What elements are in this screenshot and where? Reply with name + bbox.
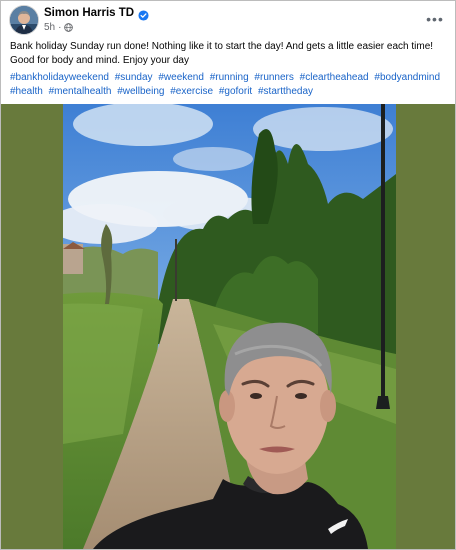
facebook-post: Simon Harris TD 5h · ••• Bank holiday Su… [0, 0, 456, 550]
hashtag-link[interactable]: #health [10, 86, 43, 97]
meta-separator: · [58, 22, 62, 33]
post-hashtags: #bankholidayweekend #sunday #weekend #ru… [10, 71, 450, 98]
hashtag-link[interactable]: #wellbeing [117, 86, 164, 97]
hashtag-link[interactable]: #exercise [170, 86, 213, 97]
more-options-icon[interactable]: ••• [425, 9, 445, 29]
author-avatar[interactable] [10, 6, 38, 34]
globe-icon[interactable] [64, 23, 74, 32]
hashtag-link[interactable]: #bankholidayweekend [10, 72, 109, 83]
hashtag-link[interactable]: #weekend [158, 72, 204, 83]
hashtag-link[interactable]: #goforit [219, 86, 252, 97]
hashtag-link[interactable]: #bodyandmind [374, 72, 440, 83]
post-media [1, 104, 455, 549]
verified-badge-icon [138, 8, 149, 21]
hashtag-link[interactable]: #starttheday [258, 86, 313, 97]
post-text: Bank holiday Sunday run done! Nothing li… [10, 40, 446, 67]
author-name[interactable]: Simon Harris TD [44, 7, 134, 19]
post-header: Simon Harris TD 5h · ••• [9, 5, 447, 35]
post-meta: 5h · [44, 22, 74, 33]
post-text-line-2: Good for body and mind. Enjoy your day [10, 54, 189, 66]
hashtag-link[interactable]: #runners [254, 72, 293, 83]
hashtag-link[interactable]: #running [210, 72, 249, 83]
hashtag-link[interactable]: #cleartheahead [300, 72, 369, 83]
post-text-line-1: Bank holiday Sunday run done! Nothing li… [10, 41, 434, 52]
hashtag-link[interactable]: #sunday [115, 72, 153, 83]
hashtag-link[interactable]: #mentalhealth [49, 86, 112, 97]
avatar-image [10, 6, 38, 34]
post-timestamp[interactable]: 5h [44, 22, 55, 33]
video-thumbnail[interactable] [63, 104, 396, 549]
author-name-row: Simon Harris TD [44, 7, 149, 21]
